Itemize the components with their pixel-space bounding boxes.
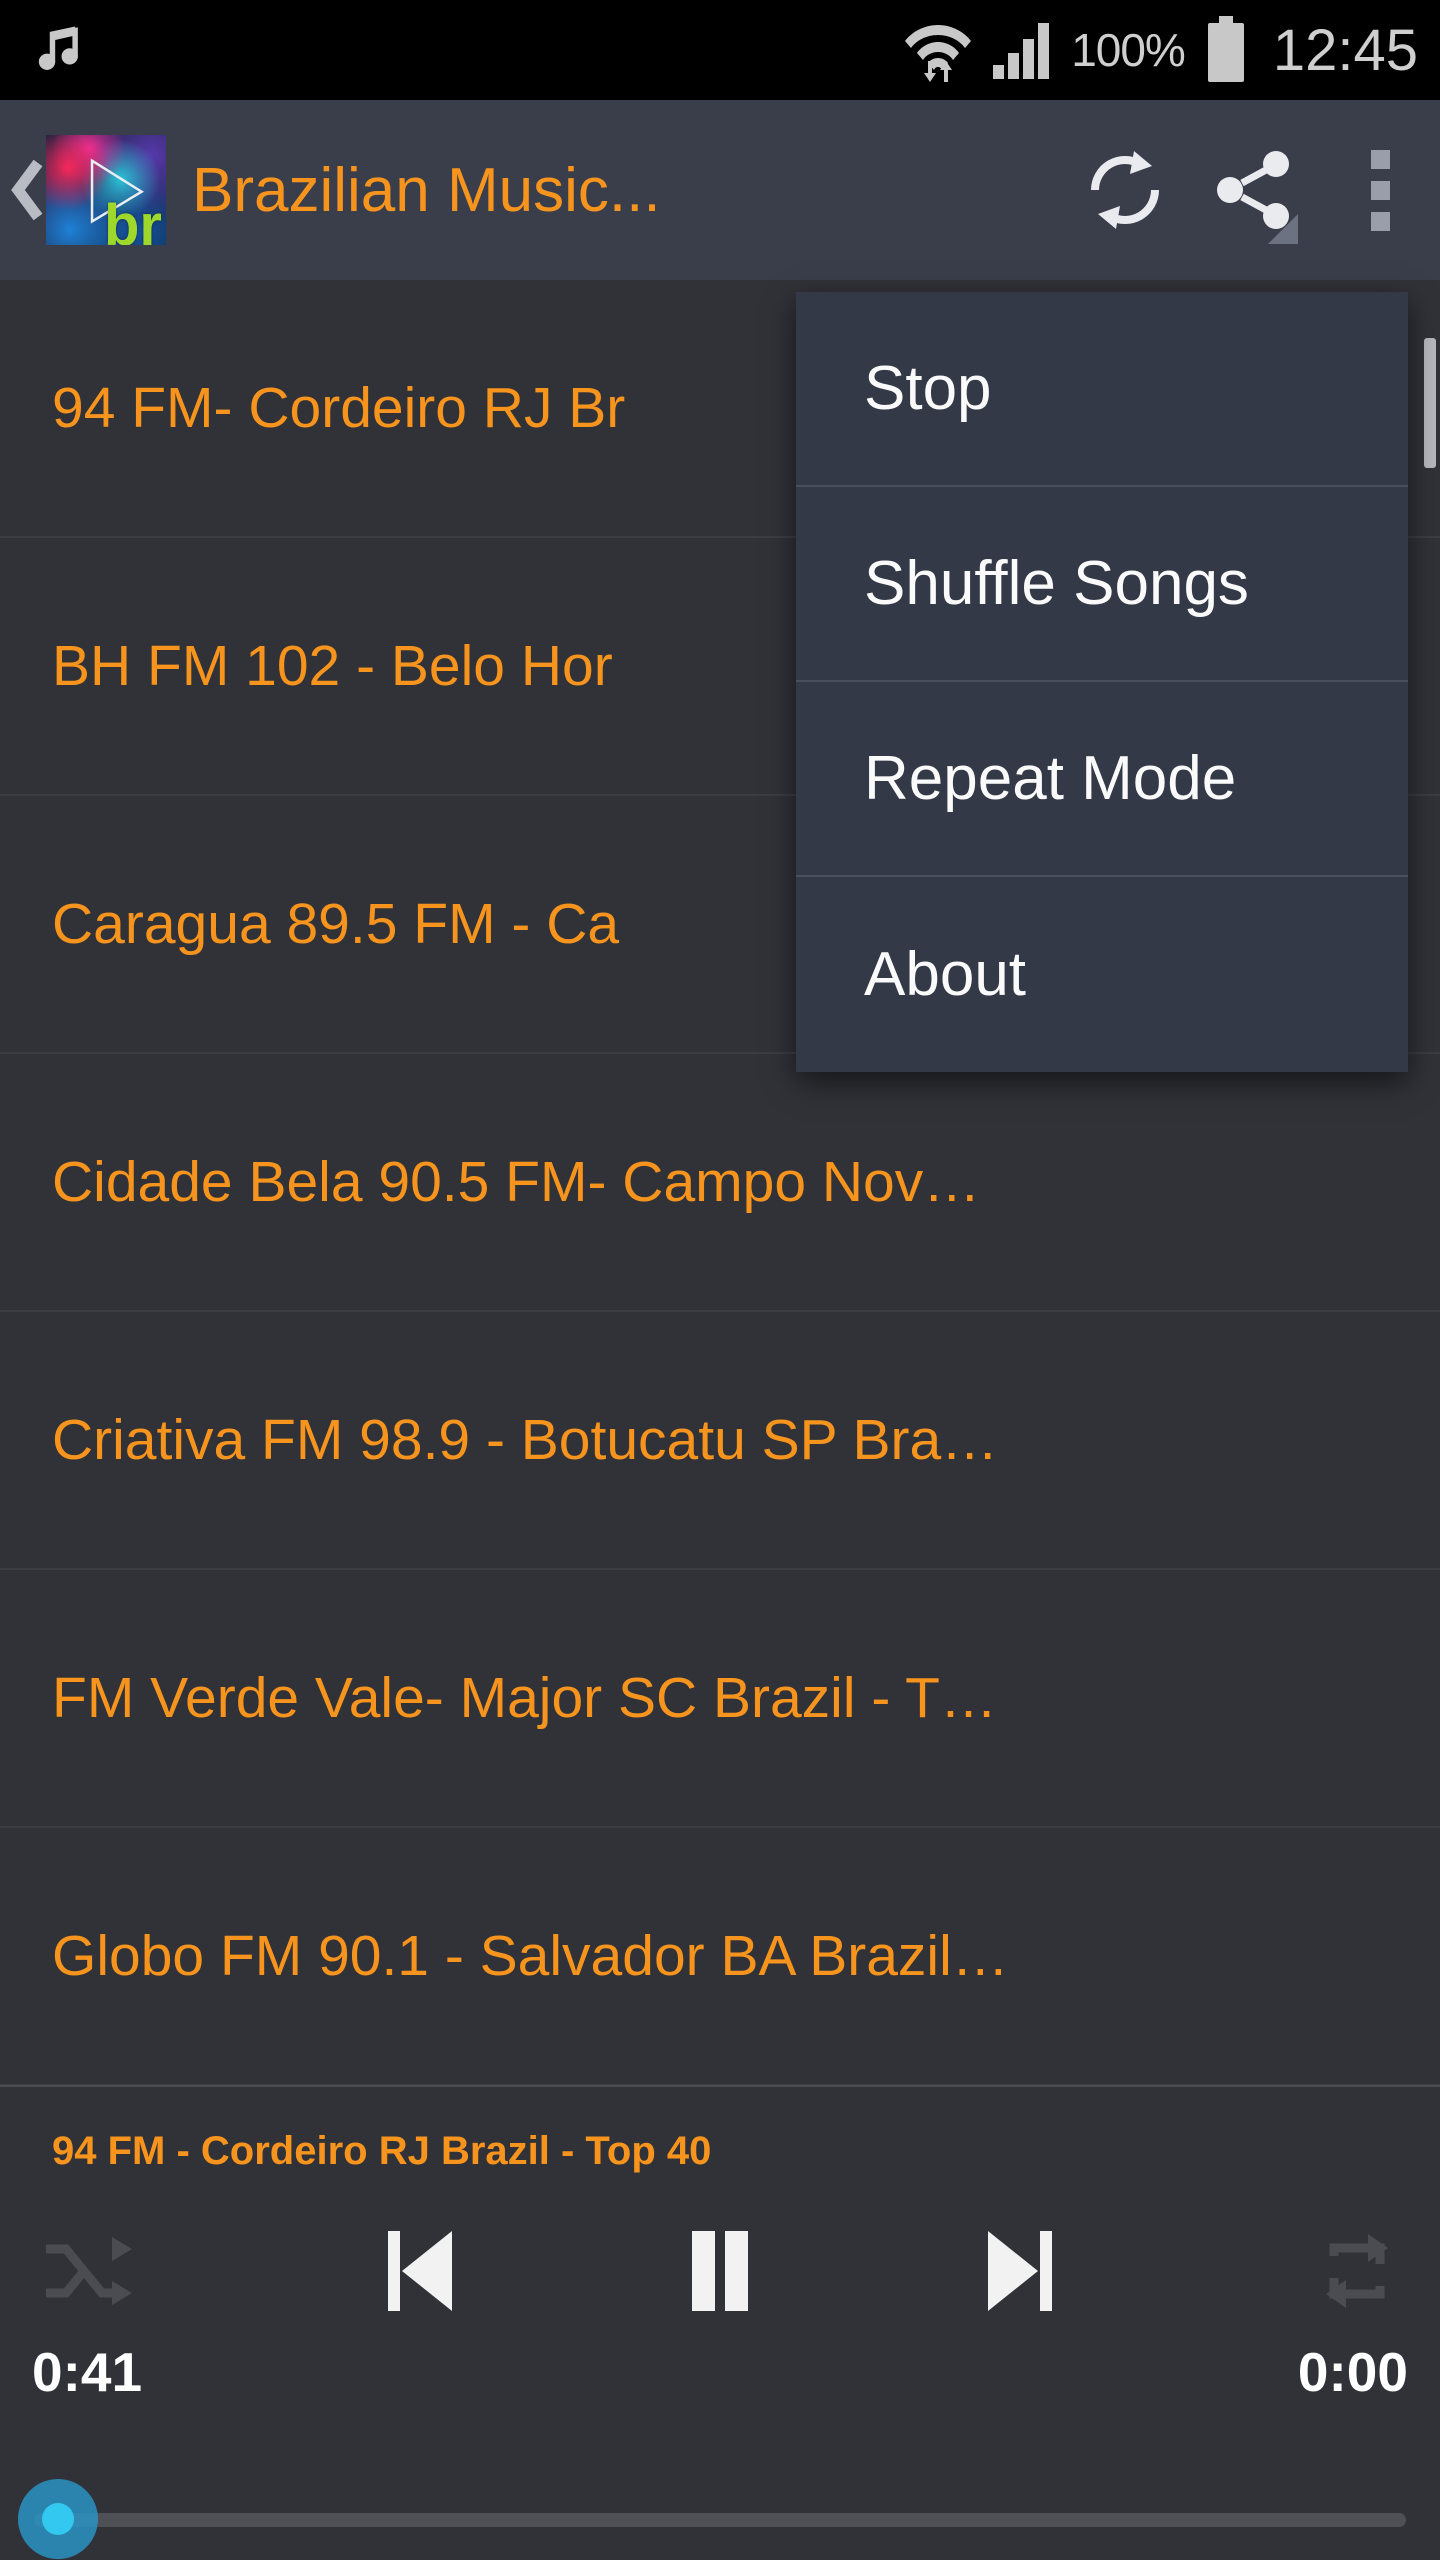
- menu-item-repeat-mode[interactable]: Repeat Mode: [796, 682, 1408, 877]
- menu-item-label: Repeat Mode: [864, 744, 1237, 813]
- page-title: Brazilian Music...: [192, 155, 661, 225]
- overflow-menu-button[interactable]: [1320, 100, 1440, 280]
- now-playing-label: 94 FM - Cordeiro RJ Brazil - Top 40: [52, 2129, 712, 2173]
- station-name-label: Globo FM 90.1 - Salvador BA Brazil…: [52, 1924, 1009, 1988]
- scrollbar-thumb[interactable]: [1424, 338, 1436, 468]
- overflow-dots-icon: [1370, 149, 1390, 231]
- logo-badge-label: br: [104, 193, 162, 246]
- status-bar-notifications: [28, 21, 86, 79]
- seek-bar[interactable]: [0, 2459, 1440, 2560]
- seek-thumb[interactable]: [42, 2503, 74, 2535]
- player-bar: 94 FM - Cordeiro RJ Brazil - Top 40 0:41…: [0, 2085, 1440, 2560]
- station-name-label: Cidade Bela 90.5 FM- Campo Nov…: [52, 1150, 981, 1214]
- action-bar: br Brazilian Music...: [0, 100, 1440, 280]
- back-chevron-icon: [11, 159, 43, 221]
- back-button[interactable]: [6, 100, 50, 280]
- share-button[interactable]: [1190, 100, 1320, 280]
- status-bar-indicators: 100% 12:45: [903, 16, 1418, 84]
- menu-item-label: Stop: [864, 354, 992, 423]
- seek-track[interactable]: [34, 2513, 1406, 2527]
- menu-item-shuffle-songs[interactable]: Shuffle Songs: [796, 487, 1408, 682]
- app-logo: br: [46, 135, 166, 245]
- next-track-icon: [988, 2231, 1052, 2311]
- shuffle-icon: [46, 2237, 132, 2305]
- overflow-menu: Stop Shuffle Songs Repeat Mode About: [796, 292, 1408, 1072]
- previous-track-icon: [388, 2231, 452, 2311]
- clock-label: 12:45: [1272, 17, 1418, 83]
- battery-full-icon: [1207, 16, 1244, 82]
- elapsed-time-label: 0:41: [32, 2341, 143, 2403]
- player-times: 0:41 0:00: [0, 2340, 1440, 2435]
- app-screen: 100% 12:45 br Brazilian Music... 94 FM- …: [0, 0, 1440, 2560]
- station-name-label: FM Verde Vale- Major SC Brazil - T…: [52, 1666, 997, 1730]
- wifi-transfer-icon: [905, 25, 972, 82]
- menu-item-label: About: [864, 940, 1027, 1009]
- battery-percent-label: 100%: [1071, 24, 1186, 76]
- cellular-signal-icon: [993, 23, 1050, 79]
- list-item[interactable]: FM Verde Vale- Major SC Brazil - T…: [0, 1570, 1440, 1828]
- total-time-label: 0:00: [1297, 2341, 1408, 2403]
- status-bar: 100% 12:45: [0, 0, 1440, 100]
- list-item[interactable]: Globo FM 90.1 - Salvador BA Brazil…: [0, 1828, 1440, 2085]
- refresh-icon: [1091, 151, 1159, 229]
- music-note-icon: [38, 26, 78, 70]
- station-name-label: 94 FM- Cordeiro RJ Br: [52, 376, 626, 440]
- station-name-label: Criativa FM 98.9 - Botucatu SP Bra…: [52, 1408, 999, 1472]
- list-scrollbar[interactable]: [1424, 280, 1440, 2085]
- station-name-label: Caragua 89.5 FM - Ca: [52, 892, 620, 956]
- list-item[interactable]: Cidade Bela 90.5 FM- Campo Nov…: [0, 1054, 1440, 1312]
- previous-button[interactable]: [380, 2225, 460, 2317]
- repeat-button[interactable]: [1314, 2230, 1400, 2312]
- action-bar-buttons: [1060, 100, 1440, 280]
- list-item[interactable]: Criativa FM 98.9 - Botucatu SP Bra…: [0, 1312, 1440, 1570]
- station-name-label: BH FM 102 - Belo Hor: [52, 634, 613, 698]
- menu-item-stop[interactable]: Stop: [796, 292, 1408, 487]
- repeat-icon: [1326, 2234, 1388, 2308]
- play-pause-button[interactable]: [680, 2225, 760, 2317]
- next-button[interactable]: [980, 2225, 1060, 2317]
- player-controls: [0, 2196, 1440, 2346]
- refresh-button[interactable]: [1060, 100, 1190, 280]
- menu-item-label: Shuffle Songs: [864, 549, 1249, 618]
- menu-item-about[interactable]: About: [796, 877, 1408, 1072]
- submenu-indicator-icon: [1268, 214, 1298, 244]
- shuffle-button[interactable]: [40, 2231, 132, 2311]
- pause-icon: [692, 2231, 748, 2311]
